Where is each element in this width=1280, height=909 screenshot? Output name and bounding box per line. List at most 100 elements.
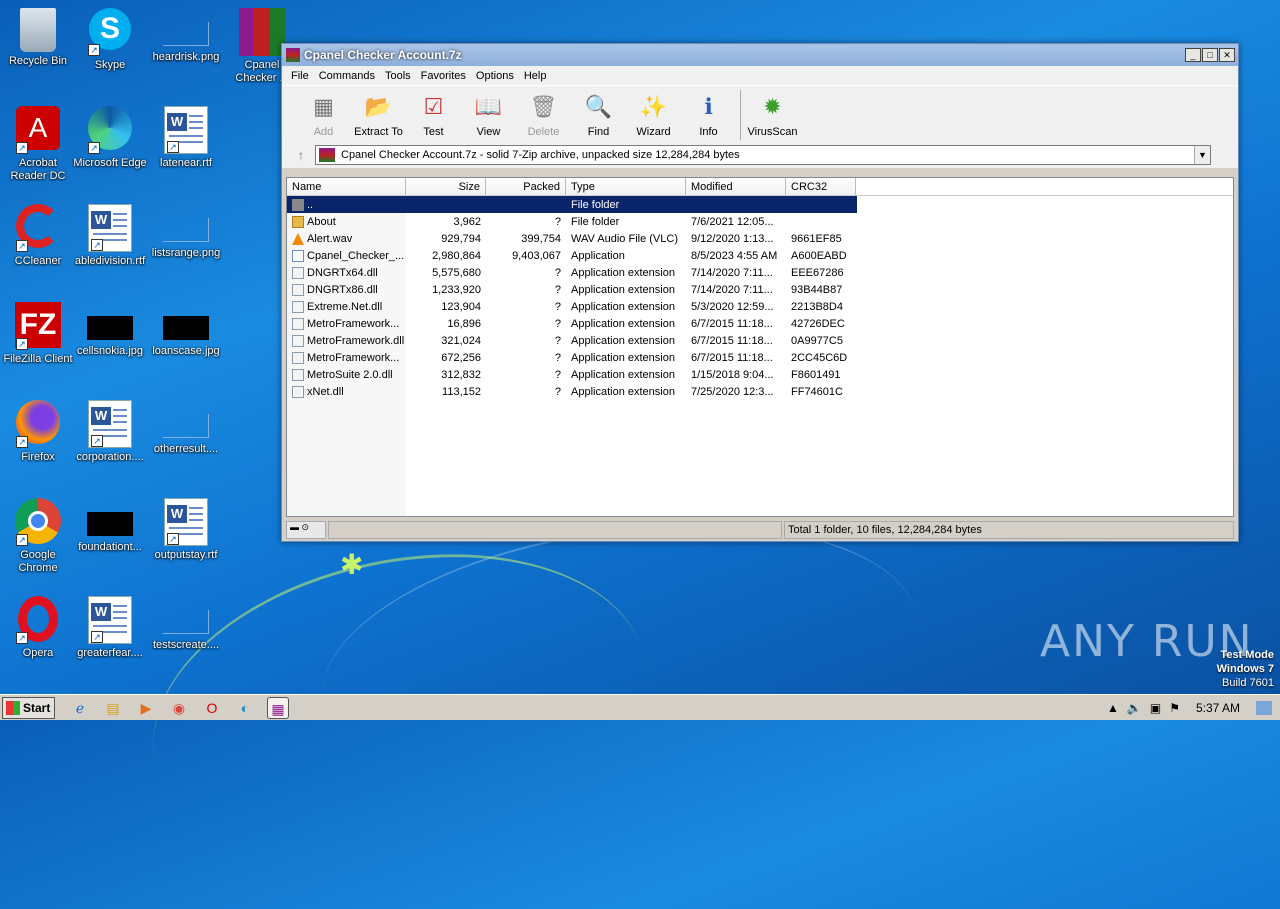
desktop-icon-skype[interactable]: S ↗ Skype [72, 8, 148, 72]
cell-name: About [287, 215, 406, 228]
winrar-window[interactable]: Cpanel Checker Account.7z _ □ ✕ File Com… [281, 43, 1239, 542]
menu-tools[interactable]: Tools [380, 70, 416, 82]
desktop-icon-opera[interactable]: ↗ Opera [0, 596, 76, 660]
menu-help[interactable]: Help [519, 70, 552, 82]
table-row[interactable]: About 3,962? File folder 7/6/2021 12:05... [287, 213, 1233, 230]
cell-type: File folder [571, 215, 620, 228]
cell-crc: 9661EF85 [791, 232, 842, 245]
toolbar-extract-to-button[interactable]: 📂 Extract To [351, 90, 406, 138]
desktop-icon-word[interactable]: W ↗ corporation.... [72, 400, 148, 464]
drive-icon[interactable]: ▬ ⊙ [286, 521, 326, 539]
address-field[interactable]: Cpanel Checker Account.7z - solid 7-Zip … [315, 145, 1211, 165]
table-row[interactable]: DNGRTx86.dll 1,233,920? Application extens… [287, 281, 1233, 298]
desktop-icon-blank[interactable]: testscreate.... [148, 596, 224, 652]
col-modified[interactable]: Modified [686, 178, 786, 195]
file-list[interactable]: Name Size Packed Type Modified CRC32 .. F… [286, 177, 1234, 517]
chrome-taskbar-icon[interactable]: ◉ [168, 697, 190, 719]
edge-taskbar-icon[interactable]: ◐ [234, 697, 256, 719]
desktop-icon-acrobat[interactable]: A ↗ Acrobat Reader DC [0, 106, 76, 183]
toolbar-test-button[interactable]: ☑ Test [406, 90, 461, 138]
cell-modified: 9/12/2020 1:13... [691, 232, 774, 245]
up-file-icon [292, 198, 304, 211]
start-button[interactable]: Start [2, 696, 55, 719]
volume-icon[interactable]: 🔈 [1127, 701, 1142, 715]
col-packed[interactable]: Packed [486, 178, 566, 195]
toolbar-info-button[interactable]: ℹ Info [681, 90, 736, 138]
desktop-icon-blank[interactable]: heardrisk.png [148, 8, 224, 64]
ie-taskbar-icon[interactable]: ℯ [69, 697, 91, 719]
table-row[interactable]: MetroFramework.dll 321,024? Application ex… [287, 332, 1233, 349]
desktop-icon-word[interactable]: W ↗ greaterfear.... [72, 596, 148, 660]
winrar-taskbar-icon[interactable]: ▦ [267, 696, 289, 719]
minimize-button[interactable]: _ [1185, 48, 1201, 62]
desktop-icon-edge[interactable]: ↗ Microsoft Edge [72, 106, 148, 170]
cell-type: Application extension [571, 317, 675, 330]
desktop-icon-firefox[interactable]: ↗ Firefox [0, 400, 76, 464]
toolbar-delete-button[interactable]: 🗑 Delete [516, 90, 571, 138]
menu-favorites[interactable]: Favorites [416, 70, 471, 82]
desktop-icon-black[interactable]: foundationt... [72, 498, 148, 554]
cell-crc: 2213B8D4 [791, 300, 843, 313]
desktop-icon-recycle[interactable]: Recycle Bin [0, 8, 76, 68]
toolbar-find-button[interactable]: 🔍 Find [571, 90, 626, 138]
col-name[interactable]: Name [287, 178, 406, 195]
menu-bar: File Commands Tools Favorites Options He… [282, 66, 1238, 85]
toolbar-label: Extract To [354, 126, 403, 138]
show-desktop-button[interactable] [1256, 700, 1272, 715]
dll-file-icon [292, 368, 304, 381]
menu-file[interactable]: File [286, 70, 314, 82]
col-size[interactable]: Size [406, 178, 486, 195]
desktop-icon-label: CCleaner [14, 255, 62, 267]
table-row[interactable]: xNet.dll 113,152? Application extension 7/2… [287, 383, 1233, 400]
table-row[interactable]: MetroSuite 2.0.dll 312,832? Application ex… [287, 366, 1233, 383]
toolbar-view-button[interactable]: 📖 View [461, 90, 516, 138]
table-row[interactable]: DNGRTx64.dll 5,575,680? Application extens… [287, 264, 1233, 281]
network-icon[interactable]: ▣ [1150, 701, 1161, 715]
media-player-taskbar-icon[interactable]: ▶ [135, 697, 157, 719]
cell-size: 929,794 [441, 232, 481, 245]
desktop-icon-filezilla[interactable]: FZ ↗ FileZilla Client [0, 302, 76, 366]
up-arrow-icon[interactable]: ↑ [287, 147, 315, 163]
close-button[interactable]: ✕ [1219, 48, 1235, 62]
desktop-icon-black[interactable]: cellsnokia.jpg [72, 302, 148, 358]
table-row[interactable]: Cpanel_Checker_... 2,980,864 9,403,067 Appl… [287, 247, 1233, 264]
desktop-icon-black[interactable]: loanscase.jpg [148, 302, 224, 358]
cell-size: 312,832 [441, 368, 481, 381]
address-bar: ↑ Cpanel Checker Account.7z - solid 7-Zi… [282, 142, 1238, 168]
table-row[interactable]: Extreme.Net.dll 123,904? Application exten… [287, 298, 1233, 315]
explorer-taskbar-icon[interactable]: ▤ [102, 697, 124, 719]
show-hidden-icon[interactable]: ▲ [1107, 701, 1119, 715]
desktop-icon-blank[interactable]: listsrange.png [148, 204, 224, 260]
desktop-icon-word[interactable]: W ↗ abledivision.rtf [72, 204, 148, 268]
col-crc[interactable]: CRC32 [786, 178, 856, 195]
info-icon: ℹ [704, 94, 713, 119]
table-row[interactable]: .. File folder [287, 196, 857, 213]
menu-commands[interactable]: Commands [314, 70, 380, 82]
dll-file-icon [292, 266, 304, 279]
desktop-icon-chrome[interactable]: ↗ Google Chrome [0, 498, 76, 575]
archive-icon [319, 148, 335, 162]
toolbar-virusscan-button[interactable]: ✹ VirusScan [745, 90, 800, 138]
opera-taskbar-icon[interactable]: O [201, 697, 223, 719]
table-row[interactable]: MetroFramework... 16,896? Application exte… [287, 315, 1233, 332]
toolbar-label: Wizard [636, 126, 671, 138]
delete-icon: 🗑 [529, 94, 558, 119]
col-type[interactable]: Type [566, 178, 686, 195]
cell-packed: 9,403,067 [512, 249, 561, 262]
menu-options[interactable]: Options [471, 70, 519, 82]
desktop-icon-word[interactable]: W ↗ latenear.rtf [148, 106, 224, 170]
table-row[interactable]: Alert.wav 929,794 399,754 WAV Audio File (V… [287, 230, 1233, 247]
maximize-button[interactable]: □ [1202, 48, 1218, 62]
desktop-icon-ccleaner[interactable]: ↗ CCleaner [0, 204, 76, 268]
cell-type: Application [571, 249, 625, 262]
table-row[interactable]: MetroFramework... 672,256? Application ext… [287, 349, 1233, 366]
title-bar[interactable]: Cpanel Checker Account.7z _ □ ✕ [282, 44, 1238, 66]
chevron-down-icon[interactable]: ▼ [1194, 146, 1210, 164]
toolbar-label: Delete [527, 126, 560, 138]
toolbar-wizard-button[interactable]: ✨ Wizard [626, 90, 681, 138]
desktop-icon-blank[interactable]: otherresult.... [148, 400, 224, 456]
desktop-icon-word[interactable]: W ↗ outputstay.rtf [148, 498, 224, 562]
toolbar-add-button[interactable]: ▦ Add [296, 90, 351, 138]
flag-icon[interactable]: ⚑ [1169, 701, 1180, 715]
clock[interactable]: 5:37 AM [1196, 701, 1240, 715]
